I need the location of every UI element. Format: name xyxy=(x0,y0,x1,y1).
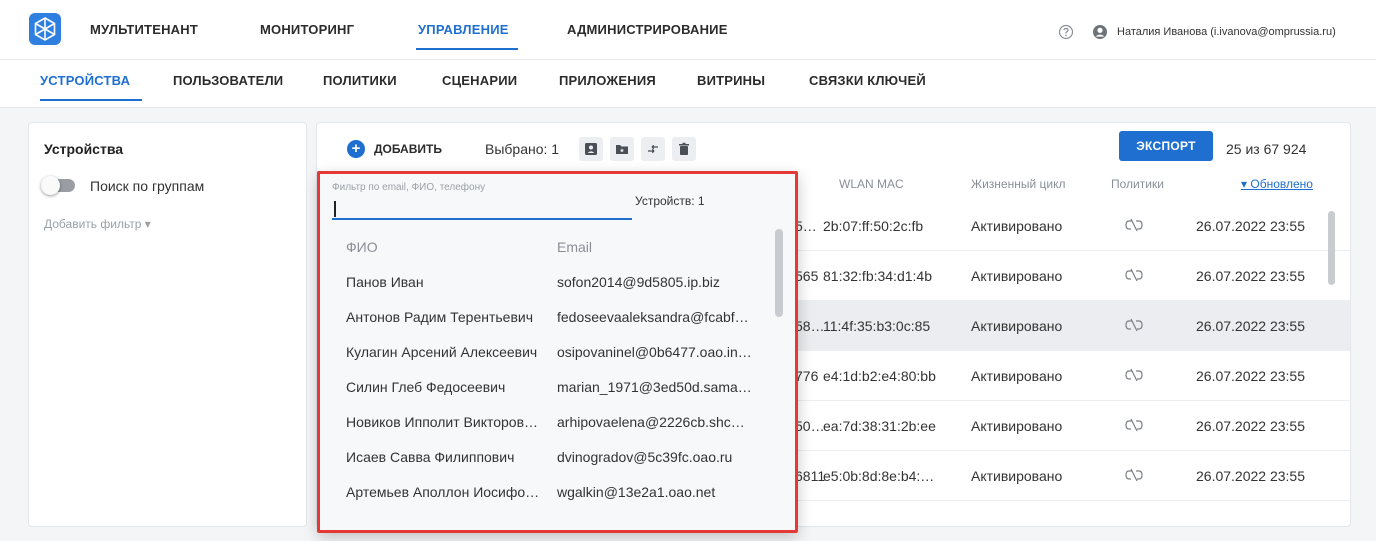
cell-lifecycle: Активировано xyxy=(971,218,1063,234)
table-scrollbar[interactable] xyxy=(1328,211,1335,285)
cell-partial: 50… xyxy=(795,418,825,434)
column-updated-sort[interactable]: ▾ Обновлено xyxy=(1241,177,1313,191)
cell-updated: 26.07.2022 23:55 xyxy=(1196,218,1305,234)
column-lifecycle[interactable]: Жизненный цикл xyxy=(971,177,1065,191)
tab-showcases[interactable]: ВИТРИНЫ xyxy=(697,73,765,88)
user-avatar-icon[interactable] xyxy=(1092,24,1108,40)
unlink-icon[interactable] xyxy=(1125,368,1143,382)
export-button[interactable]: ЭКСПОРТ xyxy=(1119,131,1213,161)
top-bar: МУЛЬТИТЕНАНТ МОНИТОРИНГ УПРАВЛЕНИЕ АДМИН… xyxy=(0,0,1376,60)
cell-lifecycle: Активировано xyxy=(971,318,1063,334)
unlink-icon[interactable] xyxy=(1125,418,1143,432)
help-icon[interactable] xyxy=(1058,24,1074,40)
cell-updated: 26.07.2022 23:55 xyxy=(1196,368,1305,384)
unlink-icon[interactable] xyxy=(1125,468,1143,482)
tab-keychains[interactable]: СВЯЗКИ КЛЮЧЕЙ xyxy=(809,73,926,88)
column-wlan-mac[interactable]: WLAN MAC xyxy=(839,177,904,191)
cell-wlan-mac: 2b:07:ff:50:2c:fb xyxy=(823,218,924,234)
filter-sidebar: Устройства Поиск по группам Добавить фил… xyxy=(28,122,307,527)
cell-updated: 26.07.2022 23:55 xyxy=(1196,318,1305,334)
toggle-knob[interactable] xyxy=(41,176,60,195)
sub-navigation: УСТРОЙСТВА ПОЛЬЗОВАТЕЛИ ПОЛИТИКИ СЦЕНАРИ… xyxy=(0,60,1376,108)
add-button[interactable]: + ДОБАВИТЬ xyxy=(347,138,442,160)
nav-management[interactable]: УПРАВЛЕНИЕ xyxy=(418,22,509,37)
user-name[interactable]: Наталия Иванова (i.ivanova@omprussia.ru) xyxy=(1117,26,1336,38)
nav-administration[interactable]: АДМИНИСТРИРОВАНИЕ xyxy=(567,22,728,37)
nav-multitenant[interactable]: МУЛЬТИТЕНАНТ xyxy=(90,22,198,37)
app-logo-icon[interactable] xyxy=(27,11,63,47)
tab-active-indicator xyxy=(40,99,142,101)
add-filter-button[interactable]: Добавить фильтр ▾ xyxy=(44,217,151,231)
delete-button[interactable] xyxy=(672,137,696,161)
sidebar-title: Устройства xyxy=(44,141,124,157)
record-count: 25 из 67 924 xyxy=(1226,141,1307,157)
cell-updated: 26.07.2022 23:55 xyxy=(1196,418,1305,434)
tab-devices[interactable]: УСТРОЙСТВА xyxy=(40,73,130,88)
group-search-toggle[interactable] xyxy=(41,176,75,195)
assign-user-button[interactable] xyxy=(579,137,603,161)
tab-applications[interactable]: ПРИЛОЖЕНИЯ xyxy=(559,73,656,88)
cell-wlan-mac: e5:0b:8d:8e:b4:… xyxy=(823,468,935,484)
cell-wlan-mac: e4:1d:b2:e4:80:bb xyxy=(823,368,936,384)
move-to-group-button[interactable] xyxy=(610,137,634,161)
transfer-icon xyxy=(648,144,658,154)
transfer-button[interactable] xyxy=(641,137,665,161)
folder-star-icon xyxy=(616,145,628,154)
user-card-icon xyxy=(585,143,597,155)
cell-partial: 776 xyxy=(795,368,819,384)
nav-monitoring[interactable]: МОНИТОРИНГ xyxy=(260,22,354,37)
highlight-frame xyxy=(317,171,798,533)
nav-active-indicator xyxy=(416,48,518,50)
cell-partial: 58… xyxy=(795,318,825,334)
cell-partial: 6811 xyxy=(795,468,826,484)
unlink-icon[interactable] xyxy=(1125,268,1143,282)
cell-partial: 565 xyxy=(795,268,819,284)
plus-icon: + xyxy=(347,140,365,158)
column-policies[interactable]: Политики xyxy=(1111,177,1164,191)
cell-partial: 5… xyxy=(795,218,817,234)
cell-wlan-mac: ea:7d:38:31:2b:ee xyxy=(823,418,936,434)
unlink-icon[interactable] xyxy=(1125,318,1143,332)
cell-lifecycle: Активировано xyxy=(971,418,1063,434)
cell-lifecycle: Активировано xyxy=(971,268,1063,284)
cell-wlan-mac: 11:4f:35:b3:0c:85 xyxy=(823,318,931,334)
selected-count: Выбрано: 1 xyxy=(485,141,560,157)
tab-users[interactable]: ПОЛЬЗОВАТЕЛИ xyxy=(173,73,283,88)
add-button-label: ДОБАВИТЬ xyxy=(374,142,442,156)
group-search-label: Поиск по группам xyxy=(90,178,205,194)
unlink-icon[interactable] xyxy=(1125,218,1143,232)
cell-lifecycle: Активировано xyxy=(971,468,1063,484)
trash-icon xyxy=(679,142,689,155)
tab-policies[interactable]: ПОЛИТИКИ xyxy=(323,73,397,88)
tab-scenarios[interactable]: СЦЕНАРИИ xyxy=(442,73,517,88)
cell-updated: 26.07.2022 23:55 xyxy=(1196,468,1305,484)
cell-wlan-mac: 81:32:fb:34:d1:4b xyxy=(823,268,932,284)
cell-lifecycle: Активировано xyxy=(971,368,1063,384)
cell-updated: 26.07.2022 23:55 xyxy=(1196,268,1305,284)
